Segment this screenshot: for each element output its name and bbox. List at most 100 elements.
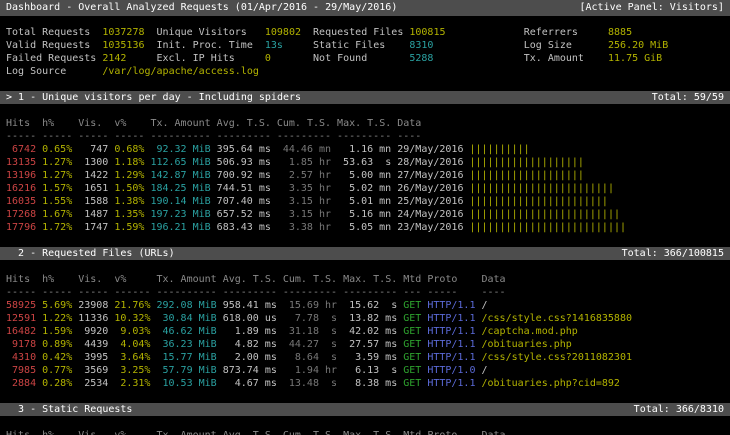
table-row[interactable]: 589255.69%2390821.76%292.08 MiB958.41 ms… [0, 299, 730, 312]
cell-max: 5.01 mn [337, 195, 391, 208]
column-header-row: Hitsh%Vis.v%Tx. AmountAvg. T.S.Cum. T.S.… [0, 429, 730, 435]
table-row[interactable]: 160351.55%15881.38%190.14 MiB707.40 ms3.… [0, 195, 730, 208]
cell-hpct: 0.42% [42, 351, 72, 364]
panel-title: 2 - Requested Files (URLs) [0, 247, 175, 260]
cell-vis: 3995 [78, 351, 108, 364]
cell-data: / [481, 364, 724, 377]
cell-tx: 15.77 MiB [156, 351, 216, 364]
cell-hits: 12591 [6, 312, 36, 325]
cell-tx: 142.87 MiB [150, 169, 210, 182]
panel-header-bar[interactable]: 2 - Requested Files (URLs)Total: 366/100… [0, 247, 730, 260]
cell-cum: 3.15 hr [277, 208, 331, 221]
col-header-mtd: Mtd [403, 429, 421, 435]
cell-avg: 707.40 ms [217, 195, 271, 208]
col-header-cum: Cum. T.S. [283, 273, 337, 286]
cell-proto: HTTP/1.1 [427, 338, 475, 351]
cell-vis: 1487 [78, 208, 108, 221]
col-header-max: Max. T.S. [337, 117, 391, 130]
summary-label: Valid Requests [6, 39, 102, 52]
table-row[interactable]: 125911.22%1133610.32%30.84 MiB618.00 us7… [0, 312, 730, 325]
spacer [0, 104, 730, 117]
separator-dashes: --------- [223, 286, 277, 299]
column-header-row: Hitsh%Vis.v%Tx. AmountAvg. T.S.Cum. T.S.… [0, 117, 730, 130]
cell-hits: 13135 [6, 156, 36, 169]
cell-hits: 4310 [6, 351, 36, 364]
panel-total: Total: 366/8310 [634, 403, 730, 416]
table-row[interactable]: 28840.28%25342.31%10.53 MiB4.67 ms13.48 … [0, 377, 730, 390]
panel-header-bar[interactable]: > 1 - Unique visitors per day - Includin… [0, 91, 730, 104]
cell-vpct: 4.04% [114, 338, 150, 351]
cell-hits: 13196 [6, 169, 36, 182]
col-header-vis: Vis. [78, 273, 108, 286]
summary-label: Total Requests [6, 26, 102, 39]
table-row[interactable]: 79850.77%35693.25%57.79 MiB873.74 ms1.94… [0, 364, 730, 377]
table-row[interactable]: 131961.27%14221.29%142.87 MiB700.92 ms2.… [0, 169, 730, 182]
table-row[interactable]: 91780.89%44394.04%36.23 MiB4.82 ms44.27 … [0, 338, 730, 351]
separator-dashes: ---------- [150, 130, 210, 143]
separator-dashes: ---------- [156, 286, 216, 299]
table-row[interactable]: 172681.67%14871.35%197.23 MiB657.52 ms3.… [0, 208, 730, 221]
cell-hpct: 1.27% [42, 156, 72, 169]
cell-vis: 11336 [78, 312, 108, 325]
cell-hpct: 0.77% [42, 364, 72, 377]
cell-data: /obituaries.php [481, 338, 724, 351]
panel-header-bar[interactable]: 3 - Static Requests Total: 366/8310 [0, 403, 730, 416]
table-row[interactable]: 43100.42%39953.64%15.77 MiB2.00 ms8.64 s… [0, 351, 730, 364]
separator-dashes: --------- [337, 130, 391, 143]
frequency-bars: |||||||||||||||||||||||||| [463, 222, 626, 233]
cell-avg: 506.93 ms [217, 156, 271, 169]
cell-proto: HTTP/1.1 [427, 351, 475, 364]
cell-data: 23/May/2016|||||||||||||||||||||||||| [397, 221, 724, 234]
summary-label: Unique Visitors [157, 26, 265, 39]
panel-title: 3 - Static Requests [0, 403, 132, 416]
summary-value: 100815 [409, 26, 523, 39]
col-header-hits: Hits [6, 117, 36, 130]
table-row[interactable]: 164821.59%99209.03%46.62 MiB1.89 ms31.18… [0, 325, 730, 338]
spacer [0, 234, 730, 247]
separator-dashes: ----- [427, 286, 475, 299]
column-header-row: Hitsh%Vis.v%Tx. AmountAvg. T.S.Cum. T.S.… [0, 273, 730, 286]
summary-row: Total Requests1037278Unique Visitors1098… [0, 26, 730, 39]
separator-dashes: --------- [343, 286, 397, 299]
frequency-bars: |||||||||| [463, 144, 529, 155]
separator-dashes: ----- [42, 130, 72, 143]
summary-value: 5288 [409, 52, 523, 65]
panels-container: > 1 - Unique visitors per day - Includin… [0, 91, 730, 435]
col-header-hpct: h% [42, 273, 72, 286]
cell-vis: 1422 [78, 169, 108, 182]
col-header-tx: Tx. Amount [150, 117, 210, 130]
cell-vpct: 9.03% [114, 325, 150, 338]
col-header-cum: Cum. T.S. [277, 117, 331, 130]
col-header-tx: Tx. Amount [156, 273, 216, 286]
cell-hits: 16482 [6, 325, 36, 338]
cell-cum: 31.18 s [283, 325, 337, 338]
summary-label: Not Found [313, 52, 409, 65]
cell-max: 5.16 mn [337, 208, 391, 221]
cell-vis: 1747 [78, 221, 108, 234]
cell-hits: 7985 [6, 364, 36, 377]
cell-avg: 618.00 us [223, 312, 277, 325]
cell-cum: 3.38 hr [277, 221, 331, 234]
table-row[interactable]: 67420.65%7470.68%92.32 MiB395.64 ms44.46… [0, 143, 730, 156]
separator-row: ----------------------------------------… [0, 286, 730, 299]
frequency-bars: ||||||||||||||||||| [463, 157, 583, 168]
cell-hits: 58925 [6, 299, 36, 312]
col-header-avg: Avg. T.S. [217, 117, 271, 130]
cell-data: /css/style.css?2011082301 [481, 351, 724, 364]
summary-value: 0 [265, 52, 313, 65]
col-header-hits: Hits [6, 429, 36, 435]
table-row[interactable]: 131351.27%13001.18%112.65 MiB506.93 ms1.… [0, 156, 730, 169]
table-row[interactable]: 177961.72%17471.59%196.21 MiB683.43 ms3.… [0, 221, 730, 234]
cell-vpct: 1.18% [114, 156, 144, 169]
col-header-vpct: v% [114, 117, 144, 130]
separator-dashes: --------- [283, 286, 337, 299]
spacer [0, 78, 730, 91]
frequency-bars: ||||||||||||||||||| [463, 170, 583, 181]
cell-data: /obituaries.php?cid=892 [481, 377, 724, 390]
cell-tx: 112.65 MiB [150, 156, 210, 169]
col-header-proto: Proto [427, 429, 475, 435]
cell-mtd: GET [403, 364, 421, 377]
cell-cum: 1.85 hr [277, 156, 331, 169]
table-row[interactable]: 162161.57%16511.50%184.25 MiB744.51 ms3.… [0, 182, 730, 195]
separator-dashes: ----- [6, 286, 36, 299]
